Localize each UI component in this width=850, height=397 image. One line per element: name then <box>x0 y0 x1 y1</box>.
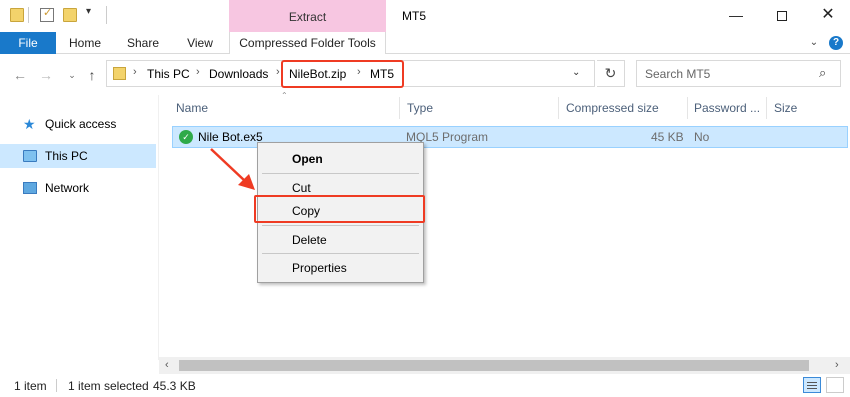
breadcrumb-separator[interactable]: › <box>196 66 200 78</box>
folder-icon <box>10 8 24 22</box>
help-icon[interactable]: ? <box>829 36 843 50</box>
sort-ascending-icon: ⌃ <box>281 91 288 100</box>
file-compressed-size: 45 KB <box>651 130 684 144</box>
column-divider[interactable] <box>766 97 767 119</box>
copy-highlight-annotation <box>254 195 425 223</box>
chevron-down-icon[interactable]: ⌄ <box>572 67 580 78</box>
navpane-item-label: Quick access <box>45 117 117 131</box>
customize-qat-icon[interactable]: ▾ <box>86 6 91 17</box>
item-count: 1 item <box>14 379 47 393</box>
navigation-bar: ← → ⌄ ↑ › This PC › Downloads › NileBot.… <box>0 55 850 93</box>
maximize-icon <box>777 11 787 22</box>
scroll-left-icon[interactable]: ‹ <box>165 359 169 371</box>
navpane-item-this-pc[interactable]: This PC <box>0 144 156 168</box>
column-header-name[interactable]: Name <box>176 101 208 115</box>
status-separator <box>56 379 57 392</box>
close-button[interactable]: ✕ <box>805 0 850 30</box>
file-explorer-window: ▾ Extract MT5 — ✕ File Home Share View C… <box>0 0 850 397</box>
column-divider[interactable] <box>399 97 400 119</box>
properties-icon[interactable] <box>40 6 54 22</box>
breadcrumb-separator[interactable]: › <box>133 66 137 78</box>
breadcrumb-downloads[interactable]: Downloads <box>209 67 268 81</box>
column-header-type[interactable]: Type <box>407 101 433 115</box>
column-header-row: ⌃ Name Type Compressed size Password ...… <box>159 91 850 121</box>
search-icon[interactable]: ⌕ <box>819 65 826 81</box>
recent-locations-button[interactable]: ⌄ <box>64 70 80 81</box>
contextual-tab-group: Extract <box>229 0 386 32</box>
menu-separator <box>262 225 419 226</box>
back-button[interactable]: ← <box>12 67 28 83</box>
details-view-icon <box>807 385 817 386</box>
arrow-annotation <box>210 148 255 190</box>
file-name: Nile Bot.ex5 <box>198 130 263 144</box>
menu-separator <box>262 173 419 174</box>
computer-icon <box>23 150 37 162</box>
up-button[interactable]: ↑ <box>84 67 100 83</box>
search-input[interactable]: Search MT5 <box>645 67 710 81</box>
navpane-item-quick-access[interactable]: ★ Quick access <box>0 112 156 136</box>
large-icons-view-button[interactable] <box>826 377 844 393</box>
breadcrumb-separator[interactable]: › <box>276 66 280 78</box>
scrollbar-thumb[interactable] <box>179 360 809 371</box>
refresh-button[interactable]: ↻ <box>597 60 625 87</box>
status-bar: 1 item 1 item selected 45.3 KB <box>0 374 850 397</box>
forward-button[interactable]: → <box>38 67 54 83</box>
file-password: No <box>694 130 710 144</box>
tab-file[interactable]: File <box>0 32 56 54</box>
folder-icon <box>113 67 126 80</box>
mql5-program-icon: ✓ <box>179 130 193 144</box>
new-folder-icon[interactable] <box>63 8 77 22</box>
navpane-item-network[interactable]: Network <box>0 176 156 200</box>
tab-share[interactable]: Share <box>114 32 172 54</box>
breadcrumb-highlight-annotation <box>281 60 404 88</box>
column-divider[interactable] <box>687 97 688 119</box>
column-divider[interactable] <box>558 97 559 119</box>
menu-item-properties[interactable]: Properties <box>258 257 423 279</box>
menu-item-delete[interactable]: Delete <box>258 229 423 251</box>
tab-view[interactable]: View <box>172 32 228 54</box>
pane-divider[interactable] <box>158 95 159 360</box>
contextual-tab-group-label: Extract <box>288 10 327 24</box>
selection-count: 1 item selected <box>68 379 149 393</box>
navigation-pane: ★ Quick access This PC Network <box>0 95 158 370</box>
navpane-item-label: This PC <box>45 149 88 163</box>
column-header-size[interactable]: Size <box>774 101 797 115</box>
expand-ribbon-icon[interactable]: ⌄ <box>807 36 821 50</box>
tab-compressed-folder-tools[interactable]: Compressed Folder Tools <box>229 32 386 54</box>
tab-home[interactable]: Home <box>56 32 114 54</box>
menu-separator <box>262 253 419 254</box>
details-view-icon <box>807 382 817 383</box>
menu-item-open[interactable]: Open <box>258 148 423 170</box>
column-header-password[interactable]: Password ... <box>694 101 760 115</box>
maximize-button[interactable] <box>759 0 805 30</box>
title-separator <box>106 6 107 24</box>
qat-separator <box>28 7 29 23</box>
title-bar: ▾ Extract MT5 — ✕ <box>0 0 850 32</box>
selection-size: 45.3 KB <box>153 379 196 393</box>
search-box[interactable]: Search MT5 ⌕ <box>636 60 841 87</box>
window-title: MT5 <box>402 9 426 23</box>
scroll-right-icon[interactable]: › <box>835 359 839 371</box>
minimize-button[interactable]: — <box>713 0 759 30</box>
breadcrumb-this-pc[interactable]: This PC <box>147 67 190 81</box>
network-icon <box>23 182 37 194</box>
navpane-item-label: Network <box>45 181 90 195</box>
details-view-button[interactable] <box>803 377 821 393</box>
ribbon-tabs: File Home Share View Compressed Folder T… <box>0 32 850 54</box>
arrow-shaft <box>210 148 246 182</box>
column-header-compressed-size[interactable]: Compressed size <box>566 101 659 115</box>
horizontal-scrollbar[interactable]: ‹ › <box>159 357 850 374</box>
details-view-icon <box>807 388 817 389</box>
star-icon: ★ <box>23 116 36 132</box>
